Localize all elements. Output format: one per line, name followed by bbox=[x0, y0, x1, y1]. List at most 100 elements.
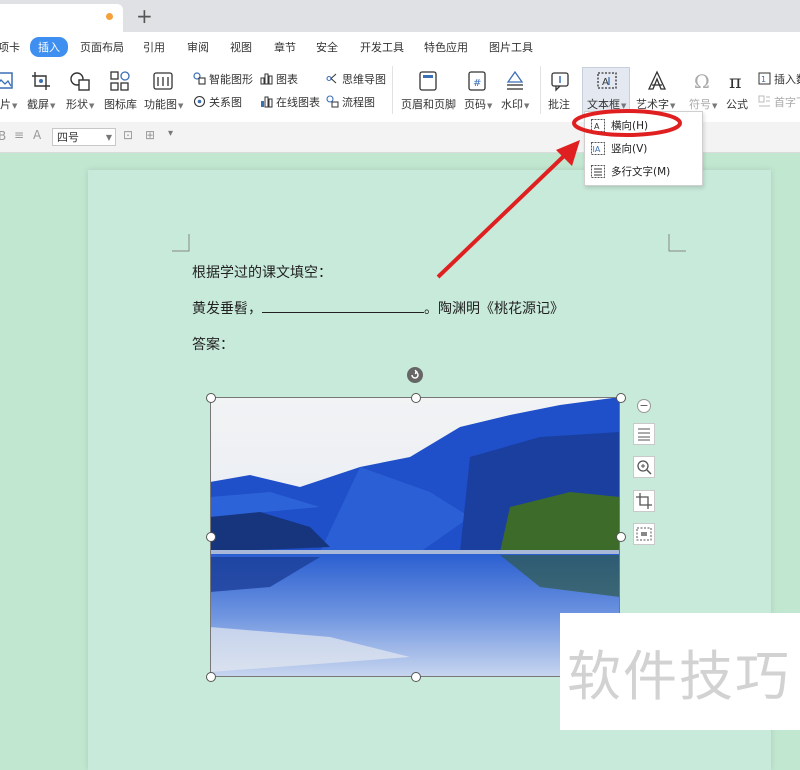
svg-text:1: 1 bbox=[761, 75, 766, 84]
chart-button[interactable]: 图表 bbox=[260, 71, 298, 87]
insert-number-button[interactable]: 1插入数 bbox=[758, 71, 800, 87]
bold-icon[interactable]: B bbox=[0, 129, 6, 143]
document-tab[interactable] bbox=[0, 4, 123, 32]
zoom-in-icon[interactable] bbox=[633, 456, 655, 478]
relation-chart-button[interactable]: 关系图 bbox=[193, 94, 242, 110]
svg-text:A: A bbox=[602, 77, 609, 88]
shapes-icon[interactable] bbox=[69, 70, 91, 92]
blank-underline bbox=[262, 298, 424, 313]
insert-number-icon: 1 bbox=[758, 72, 771, 85]
ribbon-divider bbox=[392, 66, 393, 114]
resize-handle[interactable] bbox=[206, 532, 216, 542]
font-shrink-icon[interactable]: A bbox=[33, 128, 41, 142]
rotate-handle-icon[interactable] bbox=[407, 367, 423, 383]
horizontal-text-box-icon: A bbox=[591, 119, 605, 132]
ribbon-divider bbox=[540, 66, 541, 114]
svg-text:#: # bbox=[473, 78, 481, 89]
header-footer-icon[interactable] bbox=[417, 70, 439, 92]
online-chart-icon bbox=[261, 96, 273, 108]
menu-item-insert[interactable]: 插入 bbox=[30, 37, 68, 57]
picture-icon[interactable] bbox=[0, 70, 14, 92]
question-line[interactable]: 根据学过的课文填空： bbox=[192, 262, 332, 282]
menu-item-reference[interactable]: 引用 bbox=[143, 39, 165, 55]
align-icon[interactable]: ≡ bbox=[14, 128, 24, 142]
svg-text:IA: IA bbox=[593, 145, 601, 154]
art-text-icon[interactable] bbox=[646, 70, 668, 92]
image-layout-icon[interactable] bbox=[633, 523, 655, 545]
online-chart-button[interactable]: 在线图表 bbox=[260, 94, 320, 110]
menu-item-page-layout[interactable]: 页面布局 bbox=[80, 39, 124, 55]
svg-text:Ω: Ω bbox=[694, 71, 710, 92]
vertical-text-box-option[interactable]: IA 竖向(V) bbox=[591, 141, 647, 156]
menu-item-tabs[interactable]: 项卡 bbox=[0, 39, 20, 55]
icon-library-icon[interactable] bbox=[109, 70, 131, 92]
pi-formula-icon[interactable]: π bbox=[727, 70, 749, 93]
new-tab-icon[interactable]: + bbox=[136, 3, 153, 29]
page-number-button[interactable]: 页码▼ bbox=[464, 96, 492, 112]
fill-blank-line[interactable]: 黄发垂髫， 。陶渊明《桃花源记》 bbox=[192, 298, 564, 318]
image-selection-frame bbox=[210, 397, 620, 677]
image-setting-icon[interactable]: ⊡ bbox=[123, 128, 133, 142]
menu-item-picture-tools[interactable]: 图片工具 bbox=[489, 39, 533, 55]
text-box-dropdown: A 横向(H) IA 竖向(V) 多行文字(M) bbox=[584, 111, 703, 186]
answer-line[interactable]: 答案： bbox=[192, 334, 234, 354]
menu-item-view[interactable]: 视图 bbox=[230, 39, 252, 55]
svg-text:π: π bbox=[729, 71, 742, 92]
watermark-text: 软件技巧 bbox=[567, 645, 791, 708]
menu-item-review[interactable]: 审阅 bbox=[187, 39, 209, 55]
formula-button[interactable]: 公式 bbox=[726, 96, 748, 112]
multiline-text-option[interactable]: 多行文字(M) bbox=[591, 164, 670, 179]
drop-cap-button[interactable]: 首字下 bbox=[758, 94, 800, 110]
comment-button[interactable]: 批注 bbox=[548, 96, 570, 112]
screenshot-button[interactable]: 截屏▼ bbox=[27, 96, 55, 112]
multiline-text-icon bbox=[591, 165, 605, 178]
picture-button[interactable]: 片▼ bbox=[0, 96, 17, 112]
menu-item-developer[interactable]: 开发工具 bbox=[360, 39, 404, 55]
resize-handle[interactable] bbox=[616, 393, 626, 403]
resize-handle[interactable] bbox=[206, 672, 216, 682]
horizontal-text-box-option[interactable]: A 横向(H) bbox=[591, 118, 648, 133]
smart-graphic-icon bbox=[193, 72, 206, 85]
menu-item-chapter[interactable]: 章节 bbox=[274, 39, 296, 55]
watermark-icon[interactable] bbox=[504, 70, 526, 92]
margin-corner-mark bbox=[172, 234, 190, 252]
page-number-icon[interactable]: # bbox=[466, 70, 488, 92]
header-footer-button[interactable]: 页眉和页脚 bbox=[401, 96, 456, 112]
text-box-button[interactable]: 文本框▼ bbox=[587, 96, 626, 112]
resize-handle[interactable] bbox=[411, 393, 421, 403]
crop-icon[interactable] bbox=[633, 490, 655, 512]
comment-icon[interactable] bbox=[549, 70, 571, 92]
more-icon[interactable]: ▾ bbox=[168, 128, 173, 139]
menu-bar: 项卡 插入 页面布局 引用 审阅 视图 章节 安全 开发工具 特色应用 图片工具 bbox=[0, 32, 800, 60]
margin-corner-mark bbox=[668, 234, 686, 252]
flowchart-icon bbox=[326, 95, 339, 108]
menu-item-special[interactable]: 特色应用 bbox=[424, 39, 468, 55]
smart-graphic-button[interactable]: 智能图形 bbox=[193, 71, 253, 87]
omega-symbol-icon[interactable]: Ω bbox=[692, 70, 714, 93]
mind-map-button[interactable]: 思维导图 bbox=[326, 71, 386, 87]
function-chart-button[interactable]: 功能图▼ bbox=[144, 96, 183, 112]
flowchart-button[interactable]: 流程图 bbox=[326, 94, 375, 110]
resize-handle[interactable] bbox=[616, 532, 626, 542]
relation-chart-icon bbox=[193, 95, 206, 108]
function-chart-icon[interactable] bbox=[152, 70, 174, 92]
drop-cap-icon bbox=[758, 95, 770, 107]
art-text-button[interactable]: 艺术字▼ bbox=[636, 96, 675, 112]
symbol-button[interactable]: 符号▼ bbox=[689, 96, 717, 112]
collapse-tools-icon[interactable]: − bbox=[637, 399, 651, 413]
text-box-icon[interactable]: A bbox=[596, 70, 618, 92]
unsaved-dot-icon bbox=[106, 13, 113, 20]
grid-icon[interactable]: ⊞ bbox=[145, 128, 155, 142]
svg-text:A: A bbox=[594, 122, 600, 131]
screenshot-icon[interactable] bbox=[30, 70, 52, 92]
watermark-button[interactable]: 水印▼ bbox=[501, 96, 529, 112]
icon-library-button[interactable]: 图标库 bbox=[104, 96, 137, 112]
font-size-select[interactable]: 四号 ▼ bbox=[52, 128, 116, 146]
resize-handle[interactable] bbox=[411, 672, 421, 682]
vertical-text-box-icon: IA bbox=[591, 142, 605, 155]
menu-item-security[interactable]: 安全 bbox=[316, 39, 338, 55]
text-wrap-icon[interactable] bbox=[633, 423, 655, 445]
resize-handle[interactable] bbox=[206, 393, 216, 403]
shapes-button[interactable]: 形状▼ bbox=[66, 96, 94, 112]
bar-chart-icon bbox=[260, 73, 273, 85]
